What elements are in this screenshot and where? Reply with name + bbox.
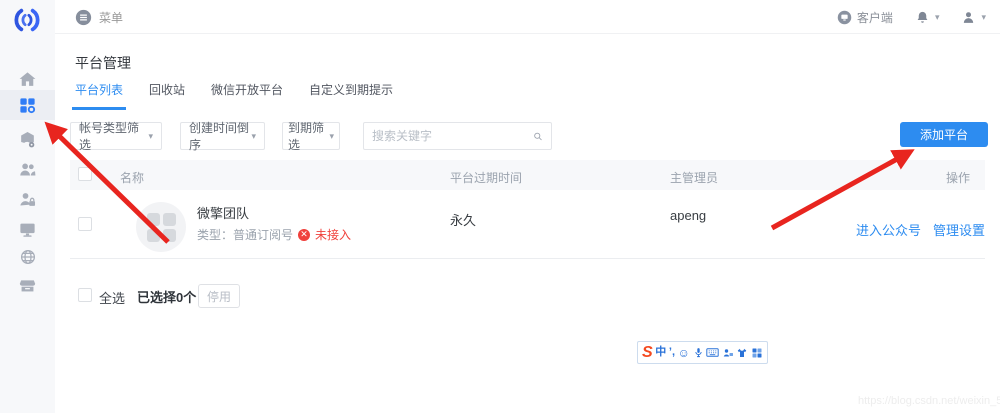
column-header-actions: 操作: [946, 169, 970, 186]
select-all-label[interactable]: 全选: [99, 288, 125, 307]
notifications-menu[interactable]: ▾: [915, 10, 940, 25]
chinese-english-toggle-icon[interactable]: 中: [655, 347, 666, 358]
voice-input-icon[interactable]: [693, 346, 704, 359]
platform-avatar: [136, 202, 186, 252]
topbar-right: 客户端 ▾ ▾: [837, 0, 986, 34]
account-type-filter-dropdown[interactable]: 帐号类型筛选 ▾: [70, 122, 162, 150]
chevron-down-icon: ▾: [981, 13, 986, 22]
monitor-icon: [18, 220, 37, 239]
storage-box-icon: [18, 276, 37, 295]
user-lock-icon: [18, 190, 37, 209]
row-checkbox[interactable]: [78, 217, 92, 231]
select-all-header-checkbox[interactable]: [78, 167, 92, 181]
page-title: 平台管理: [75, 53, 131, 73]
expiry-filter-label: 到期筛选: [288, 119, 329, 153]
chevron-down-icon: ▾: [935, 13, 940, 22]
account-menu[interactable]: ▾: [961, 10, 986, 25]
not-connected-status: 未接入: [315, 226, 351, 243]
topbar: 菜单 客户端 ▾ ▾: [55, 0, 1000, 34]
emoji-picker-icon[interactable]: ☺: [678, 347, 690, 359]
sidebar-item-modules[interactable]: [0, 124, 55, 154]
csdn-watermark: https://blog.csdn.net/weixin_521549: [858, 395, 1000, 407]
disable-button[interactable]: 停用: [198, 284, 240, 308]
platform-admin: apeng: [670, 208, 706, 223]
apps-grid-icon: [18, 96, 37, 115]
punctuation-toggle-icon[interactable]: ’,: [669, 347, 675, 358]
tab-platform-list[interactable]: 平台列表: [72, 78, 126, 110]
users-icon: [18, 160, 37, 179]
toolbox-grid-icon[interactable]: [751, 347, 763, 359]
sidebar-item-users[interactable]: [0, 154, 55, 184]
chevron-down-icon: ▾: [329, 132, 334, 141]
tab-custom-expiry-notice[interactable]: 自定义到期提示: [306, 78, 396, 110]
globe-icon: [19, 248, 37, 266]
sidebar-item-system[interactable]: [0, 214, 55, 244]
sogou-logo-icon[interactable]: S: [642, 344, 653, 362]
search-icon[interactable]: [533, 130, 543, 143]
home-icon: [18, 70, 37, 89]
row-divider: [70, 258, 985, 259]
sidebar-item-site[interactable]: [0, 242, 55, 272]
skin-shirt-icon[interactable]: [736, 347, 748, 359]
platform-type-line: 类型：普通订阅号 ✕ 未接入: [197, 226, 351, 243]
expiry-filter-dropdown[interactable]: 到期筛选 ▾: [282, 122, 340, 150]
tab-recycle-bin[interactable]: 回收站: [146, 78, 188, 110]
table-header: 名称 平台过期时间 主管理员 操作: [70, 160, 985, 190]
search-input[interactable]: [372, 129, 527, 143]
platform-expiry: 永久: [450, 210, 476, 229]
sidebar-item-store[interactable]: [0, 270, 55, 300]
tab-bar: 平台列表 回收站 微信开放平台 自定义到期提示: [72, 78, 396, 110]
chevron-down-icon: ▾: [148, 132, 153, 141]
client-label: 客户端: [857, 9, 893, 26]
selected-count: 已选择0个: [137, 287, 196, 306]
cube-gear-icon: [18, 130, 37, 149]
sogou-ime-toolbar: S 中 ’, ☺: [637, 341, 768, 364]
tab-wechat-open-platform[interactable]: 微信开放平台: [208, 78, 286, 110]
column-header-expiry: 平台过期时间: [450, 169, 522, 186]
sidebar: [0, 0, 55, 413]
chevron-down-icon: ▾: [251, 132, 256, 141]
soft-keyboard-icon[interactable]: [706, 347, 719, 358]
user-icon: [961, 10, 976, 25]
column-header-admin: 主管理员: [670, 169, 718, 186]
not-connected-x-icon: ✕: [298, 229, 310, 241]
client-icon: [837, 10, 852, 25]
menu-toggle[interactable]: 菜单: [75, 0, 123, 34]
sidebar-item-platforms[interactable]: [0, 90, 55, 120]
hamburger-menu-icon: [75, 9, 92, 26]
input-mode-icon[interactable]: [722, 347, 734, 359]
enter-official-account-link[interactable]: 进入公众号: [856, 220, 921, 239]
select-all-checkbox[interactable]: [78, 288, 92, 302]
row-actions: 进入公众号 管理设置: [856, 220, 985, 239]
platform-management-page: 菜单 客户端 ▾ ▾: [0, 0, 1000, 413]
account-type-filter-label: 帐号类型筛选: [79, 119, 148, 153]
client-link[interactable]: 客户端: [837, 9, 893, 26]
keyword-search: [363, 122, 552, 150]
platform-type: 类型：普通订阅号: [197, 226, 293, 243]
column-header-name: 名称: [120, 169, 144, 186]
menu-label: 菜单: [99, 9, 123, 26]
manage-settings-link[interactable]: 管理设置: [933, 220, 985, 239]
sidebar-item-roles[interactable]: [0, 184, 55, 214]
platform-name: 微擎团队: [197, 203, 249, 222]
add-platform-button[interactable]: 添加平台: [900, 122, 988, 147]
weiengine-logo-icon: [12, 5, 42, 35]
create-time-order-dropdown[interactable]: 创建时间倒序 ▾: [180, 122, 265, 150]
create-time-order-label: 创建时间倒序: [189, 119, 251, 153]
bell-icon: [915, 10, 930, 25]
